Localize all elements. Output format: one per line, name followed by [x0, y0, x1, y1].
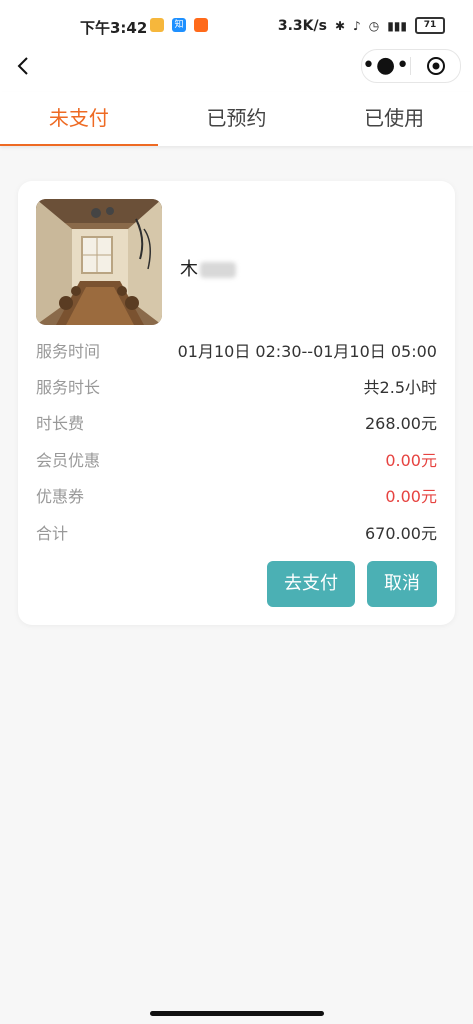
redacted-text: [200, 262, 236, 278]
cancel-button[interactable]: 取消: [367, 561, 437, 607]
coupon-row: 优惠券 0.00元: [36, 483, 437, 507]
mini-program-capsule: •●•: [361, 49, 461, 83]
coupon-value: 0.00元: [385, 487, 437, 506]
signal-icon: ▮▮▮: [387, 18, 407, 33]
tab-used[interactable]: 已使用: [315, 92, 473, 146]
service-time-row: 服务时间 01月10日 02:30--01月10日 05:00: [36, 338, 437, 362]
alarm-icon: ◷: [368, 18, 380, 33]
service-time-value: 01月10日 02:30--01月10日 05:00: [177, 342, 437, 361]
chevron-left-icon: [17, 57, 28, 75]
net-speed: 3.3K/s: [277, 17, 327, 34]
member-discount-value: 0.00元: [385, 451, 437, 470]
mute-icon: ♪: [353, 18, 361, 33]
duration-fee-row: 时长费 268.00元: [36, 410, 437, 434]
home-indicator[interactable]: [150, 1011, 324, 1016]
order-card: 木 服务时间 01月10日 02:30--01月10日 05:00 服务时长 共…: [18, 181, 455, 625]
more-button[interactable]: •●•: [362, 55, 410, 77]
bluetooth-icon: ✱: [334, 18, 346, 33]
order-tabs: 未支付 已预约 已使用: [0, 92, 473, 146]
tab-reserved[interactable]: 已预约: [158, 92, 316, 146]
nav-bar: •●•: [0, 44, 473, 92]
total-value: 670.00元: [365, 524, 437, 543]
tab-unpaid[interactable]: 未支付: [0, 92, 158, 146]
close-mini-program-button[interactable]: [411, 56, 460, 76]
duration-row: 服务时长 共2.5小时: [36, 374, 437, 398]
coupon-label: 优惠券: [36, 487, 85, 506]
total-label: 合计: [36, 524, 69, 543]
taobao-app-icon: [194, 18, 208, 32]
room-name: 木: [180, 255, 236, 281]
notes-app-icon: [150, 18, 164, 32]
total-row: 合计 670.00元: [36, 520, 437, 544]
member-discount-row: 会员优惠 0.00元: [36, 447, 437, 471]
duration-fee-label: 时长费: [36, 414, 85, 433]
duration-fee-value: 268.00元: [365, 414, 437, 433]
service-time-label: 服务时间: [36, 342, 101, 361]
pay-button[interactable]: 去支付: [267, 561, 355, 607]
duration-value: 共2.5小时: [363, 378, 437, 397]
room-thumbnail: [36, 199, 162, 325]
room-name-text: 木: [180, 259, 198, 280]
status-time: 下午3:42: [80, 19, 148, 37]
back-button[interactable]: [12, 54, 36, 78]
target-icon: [426, 57, 445, 75]
member-discount-label: 会员优惠: [36, 451, 101, 470]
duration-label: 服务时长: [36, 378, 101, 397]
zhihu-app-icon: 知: [172, 18, 186, 32]
notification-icons: 知: [150, 18, 208, 32]
status-right: 3.3K/s ✱ ♪ ◷ ▮▮▮ 71: [278, 17, 445, 34]
battery-icon: 71: [415, 17, 445, 34]
